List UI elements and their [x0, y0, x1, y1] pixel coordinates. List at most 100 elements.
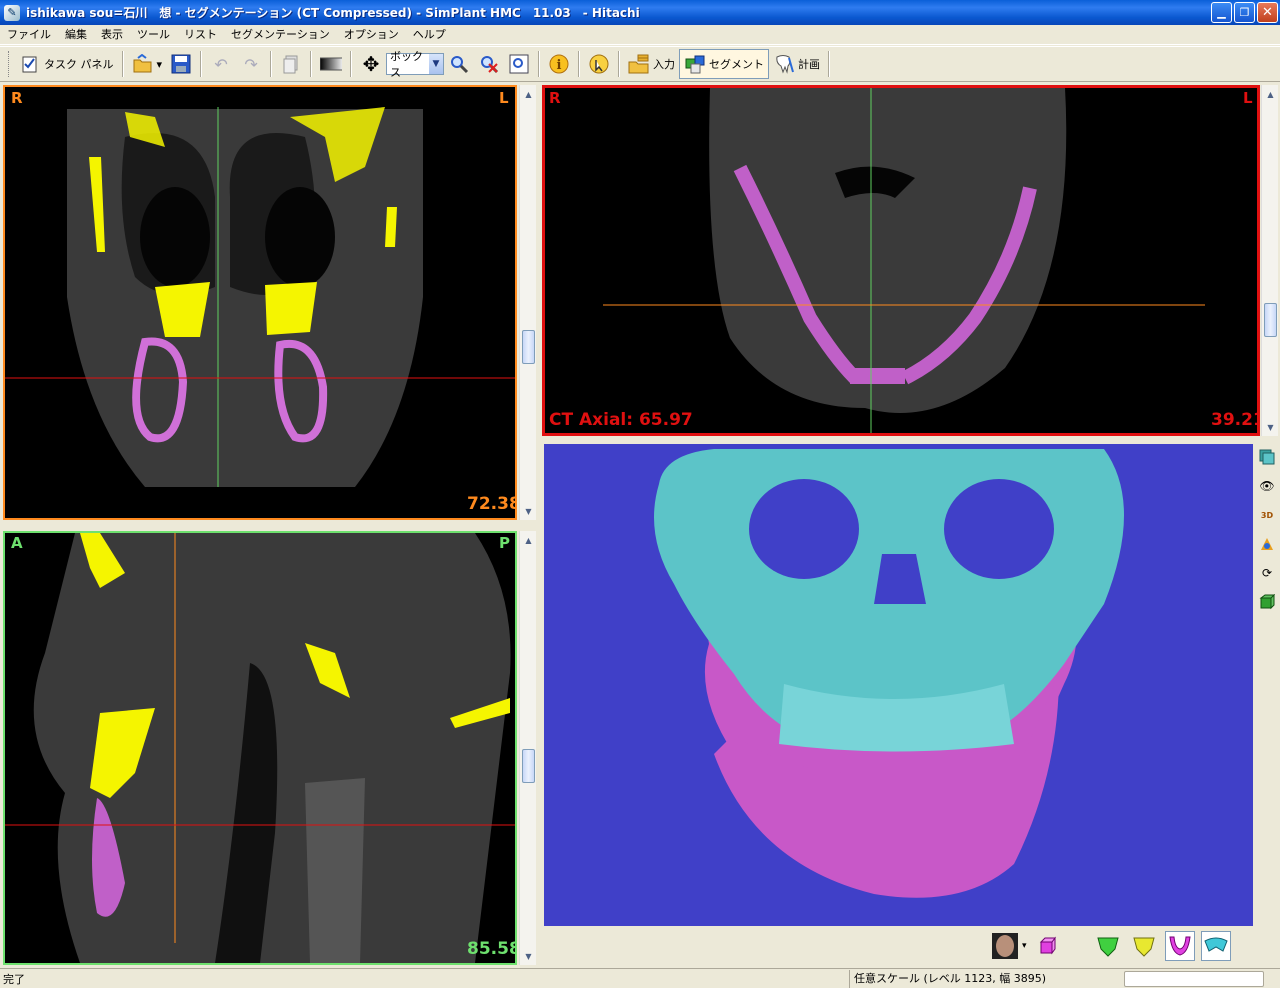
sagittal-ct-image — [5, 533, 515, 963]
menu-options[interactable]: オプション — [337, 25, 406, 45]
app-icon[interactable]: ✎ — [4, 4, 20, 21]
chevron-down-icon: ▼ — [428, 54, 444, 74]
status-text: 完了 — [3, 972, 25, 986]
open-button[interactable]: ▾ — [128, 49, 167, 79]
menu-edit[interactable]: 編集 — [58, 25, 94, 45]
tooth-implant-icon — [773, 53, 795, 75]
scroll-down-icon[interactable]: ▼ — [522, 949, 535, 963]
undo-icon: ↶ — [214, 54, 228, 74]
scroll-up-icon[interactable]: ▲ — [522, 87, 535, 101]
toolbar-separator — [618, 51, 621, 77]
magnifier-icon — [448, 53, 470, 75]
close-button[interactable]: ✕ — [1257, 2, 1278, 23]
redo-icon: ↷ — [244, 54, 258, 74]
restore-icon: ❐ — [1239, 6, 1250, 19]
toolbar-grip[interactable] — [8, 51, 11, 77]
sagittal-scroll-thumb[interactable] — [522, 749, 535, 783]
checklist-icon — [19, 53, 41, 75]
magnifier-cross-icon — [478, 53, 500, 75]
info-icon: i — [548, 53, 570, 75]
skull-3d-model — [544, 444, 1253, 926]
coronal-slice-value: 72.38 — [467, 494, 517, 514]
segment-label: セグメント — [709, 58, 765, 71]
dropdown-arrow-icon[interactable]: ▾ — [1022, 941, 1027, 951]
green-mask-icon[interactable] — [1093, 931, 1123, 961]
toolbar-separator — [828, 51, 831, 77]
axial-scrollbar[interactable]: ▲ ▼ — [1261, 85, 1278, 436]
fit-view-button[interactable] — [504, 49, 534, 79]
redo-button[interactable]: ↷ — [236, 49, 266, 79]
coronal-scroll-thumb[interactable] — [522, 330, 535, 364]
minimize-button[interactable]: ▁ — [1211, 2, 1232, 23]
cyan-mask-icon[interactable] — [1200, 931, 1231, 961]
selection-mode-select[interactable]: ボックス ▼ — [386, 50, 445, 79]
sagittal-view[interactable]: A P 85.58 — [3, 531, 517, 965]
coronal-scrollbar[interactable]: ▲ ▼ — [519, 85, 536, 520]
3d-mode-icon[interactable]: 3D — [1258, 504, 1276, 526]
sagittal-scrollbar[interactable]: ▲ ▼ — [519, 531, 536, 965]
toolbar-separator — [200, 51, 203, 77]
pan-button[interactable]: ✥ — [356, 49, 386, 79]
grayscale-button[interactable] — [316, 49, 346, 79]
sagittal-left-orientation: A — [11, 534, 23, 552]
axial-right-orientation: L — [1243, 89, 1253, 107]
close-icon: ✕ — [1262, 5, 1273, 20]
info-button[interactable]: i — [544, 49, 574, 79]
help-pointer-button[interactable] — [584, 49, 614, 79]
axial-left-orientation: R — [549, 89, 561, 107]
plan-label: 計画 — [798, 58, 821, 71]
coronal-right-orientation: L — [499, 89, 509, 107]
window-title: ishikawa sou=石川 想 - セグメンテーション (CT Compre… — [26, 6, 640, 20]
undo-button[interactable]: ↶ — [206, 49, 236, 79]
coronal-left-orientation: R — [11, 89, 23, 107]
magenta-cube-icon[interactable] — [1033, 931, 1063, 961]
scroll-down-icon[interactable]: ▼ — [1264, 420, 1277, 434]
toolbar-separator — [121, 51, 124, 77]
menu-view[interactable]: 表示 — [94, 25, 130, 45]
zoom-fit-icon — [508, 53, 530, 75]
scroll-down-icon[interactable]: ▼ — [522, 504, 535, 518]
task-panel-button[interactable]: タスク パネル — [15, 49, 118, 79]
save-icon — [170, 53, 192, 75]
menu-tools[interactable]: ツール — [130, 25, 177, 45]
svg-text:i: i — [557, 58, 562, 73]
axial-scroll-thumb[interactable] — [1264, 303, 1277, 337]
scroll-up-icon[interactable]: ▲ — [522, 533, 535, 547]
toolbar-separator — [578, 51, 581, 77]
open-folder-icon — [132, 53, 154, 75]
axial-slice-value: 39.21 — [1211, 410, 1260, 430]
save-button[interactable] — [166, 49, 196, 79]
zoom-button[interactable] — [444, 49, 474, 79]
input-label: 入力 — [653, 58, 676, 71]
zoom-reset-button[interactable] — [474, 49, 504, 79]
layers-button[interactable] — [276, 49, 306, 79]
restore-button[interactable]: ❐ — [1234, 2, 1255, 23]
menu-segmentation[interactable]: セグメンテーション — [224, 25, 337, 45]
main-toolbar: タスク パネル ▾ ↶ ↷ ✥ ボックス ▼ i 入力 セグメント 計画 — [0, 46, 1280, 82]
menu-help[interactable]: ヘルプ — [406, 25, 453, 45]
axial-view[interactable]: R L CT Axial: 65.97 39.21 — [542, 85, 1260, 436]
rotate-icon[interactable]: ⟳ — [1258, 562, 1276, 584]
plan-button[interactable]: 計画 — [769, 49, 824, 79]
segment-button[interactable]: セグメント — [679, 49, 770, 79]
input-button[interactable]: 入力 — [624, 49, 679, 79]
green-cube-icon[interactable] — [1258, 591, 1276, 613]
yellow-mask-icon[interactable] — [1129, 931, 1159, 961]
color-palette-icon[interactable] — [1258, 533, 1276, 555]
axial-view-label: CT Axial: 65.97 — [549, 410, 693, 430]
menu-file[interactable]: ファイル — [0, 25, 58, 45]
eye-icon[interactable]: 👁 — [1258, 475, 1276, 497]
toolbar-separator — [350, 51, 353, 77]
coronal-view[interactable]: R L 72.38 — [3, 85, 517, 520]
3d-render-view[interactable] — [544, 444, 1253, 926]
view-box-icon[interactable] — [1258, 446, 1276, 468]
menu-list[interactable]: リスト — [177, 25, 224, 45]
gradient-icon — [320, 53, 343, 75]
axial-ct-image — [545, 88, 1257, 433]
sagittal-slice-value: 85.58 — [467, 939, 517, 959]
magenta-mask-icon[interactable] — [1164, 931, 1195, 961]
dropdown-arrow-icon: ▾ — [156, 57, 163, 71]
skin-model-icon[interactable] — [990, 931, 1020, 961]
scroll-up-icon[interactable]: ▲ — [1264, 87, 1277, 101]
task-panel-label: タスク パネル — [44, 58, 114, 71]
